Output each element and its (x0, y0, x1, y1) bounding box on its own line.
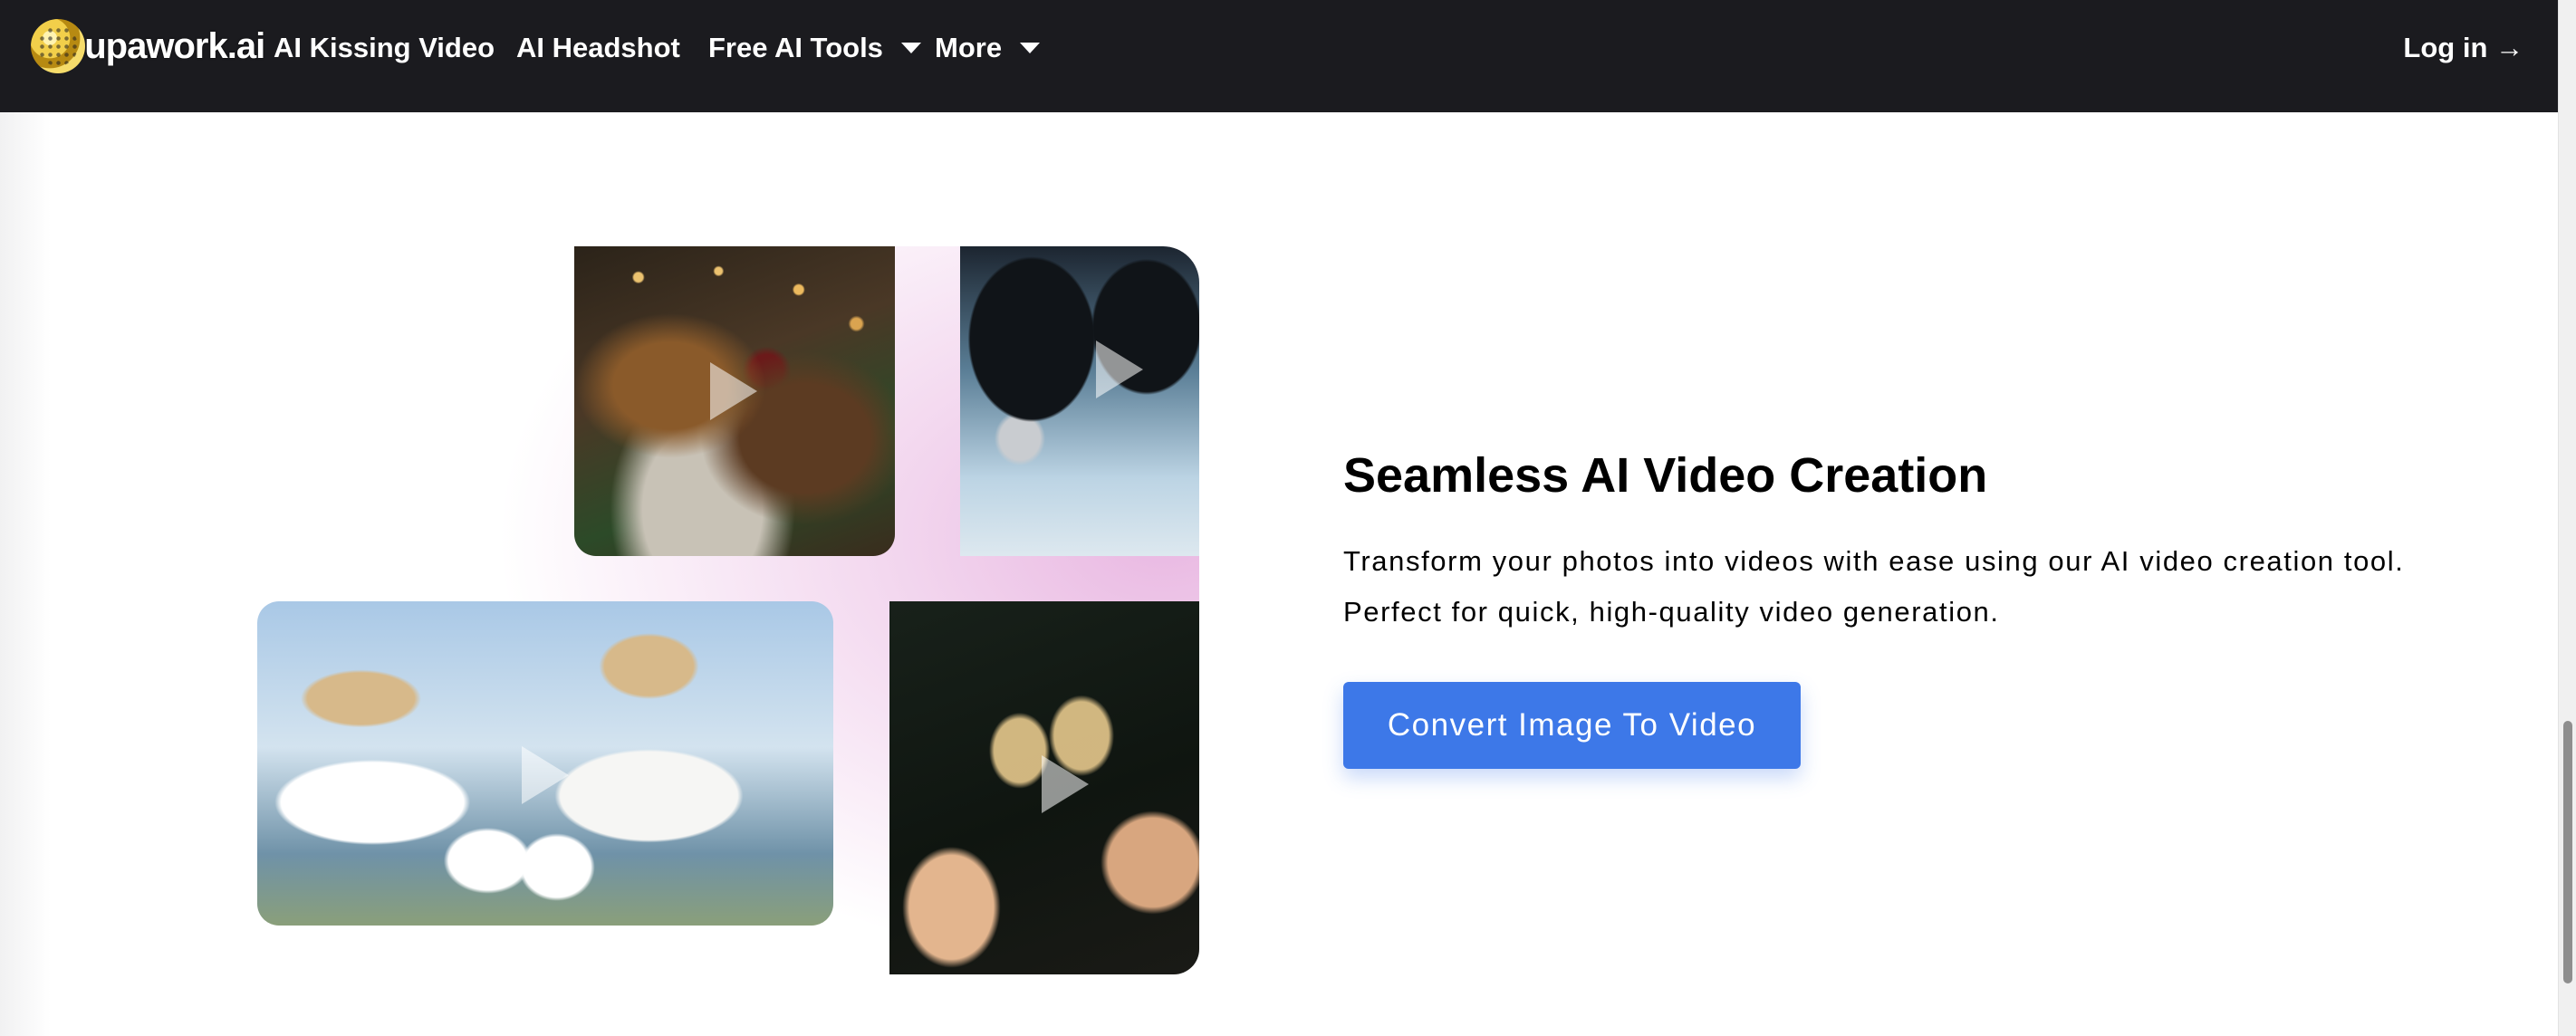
logo-text: supawork.ai (65, 25, 265, 66)
play-icon (1042, 755, 1089, 813)
example-champagne-toast-image[interactable] (889, 601, 1199, 974)
nav-item-label: AI Kissing Video (274, 32, 495, 63)
example-ice-skates-image[interactable] (960, 246, 1199, 556)
nav-item-label: Free AI Tools (708, 32, 883, 63)
example-family-beach-image[interactable] (257, 601, 833, 926)
chevron-down-icon (1020, 43, 1041, 53)
top-navigation-bar: supawork.ai AI Kissing Video AI Headshot… (0, 0, 2558, 112)
nav-item-label: AI Headshot (516, 32, 680, 63)
video-examples-collage (257, 246, 1199, 974)
supawork-logo[interactable]: supawork.ai (31, 18, 265, 74)
scrollbar-thumb[interactable] (2563, 721, 2572, 983)
page-scrollbar[interactable] (2558, 0, 2576, 1036)
logo-mark-icon (31, 19, 85, 73)
convert-image-to-video-button[interactable]: Convert Image To Video (1343, 682, 1801, 769)
nav-item-ai-kissing-video[interactable]: AI Kissing Video (274, 30, 495, 66)
chevron-down-icon (900, 43, 921, 53)
login-label: Log in → (2403, 32, 2523, 63)
feature-description-line: Transform your photos into videos with e… (1343, 545, 2405, 577)
nav-item-ai-headshot[interactable]: AI Headshot (516, 30, 680, 66)
nav-item-label: More (935, 32, 1003, 63)
feature-title: Seamless AI Video Creation (1343, 448, 1988, 503)
play-icon (522, 746, 569, 804)
play-icon (710, 362, 757, 420)
play-icon (1096, 341, 1143, 398)
nav-item-free-ai-tools[interactable]: Free AI Tools (708, 30, 921, 66)
login-link[interactable]: Log in → (2403, 30, 2523, 66)
page: supawork.ai AI Kissing Video AI Headshot… (0, 0, 2558, 1036)
example-dinner-table-image[interactable] (574, 246, 895, 556)
nav-item-more[interactable]: More (935, 30, 1041, 66)
feature-description-line: Perfect for quick, high-quality video ge… (1343, 596, 2000, 628)
feature-description: Transform your photos into videos with e… (1343, 536, 2405, 638)
left-edge-shade (0, 112, 51, 1036)
